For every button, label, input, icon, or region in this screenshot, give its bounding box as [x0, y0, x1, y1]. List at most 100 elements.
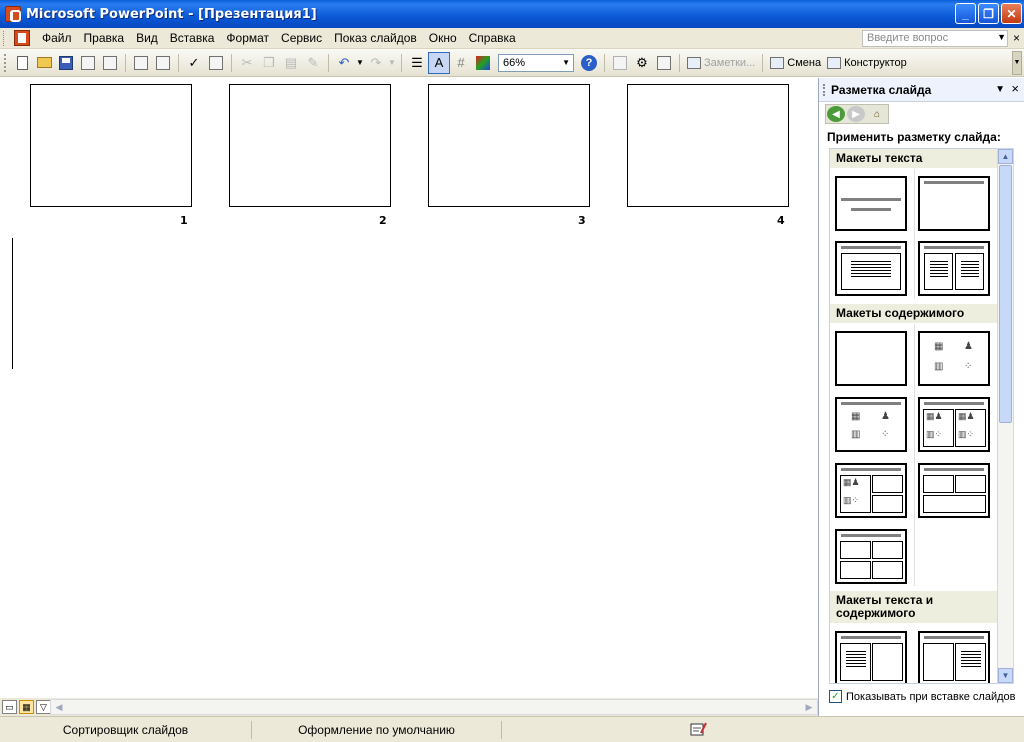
chart-icon: ▥: [851, 429, 861, 440]
slide-thumbnail[interactable]: [428, 84, 590, 207]
document-close-button[interactable]: ×: [1013, 31, 1020, 45]
back-icon[interactable]: ◀: [827, 106, 845, 122]
research-icon[interactable]: [205, 52, 227, 74]
show-on-insert-checkbox[interactable]: ✓: [829, 690, 842, 703]
category-text-layouts: Макеты текста: [830, 149, 998, 168]
toolbar-separator: [178, 53, 179, 72]
layout-text-and-content[interactable]: [835, 631, 907, 683]
layout-title-only[interactable]: [918, 176, 990, 231]
notes-icon: [687, 56, 701, 69]
show-formatting-icon[interactable]: A: [428, 51, 450, 74]
print-preview-icon[interactable]: [152, 52, 174, 74]
task-pane-grip[interactable]: [823, 84, 826, 96]
slideshow-view-icon[interactable]: ▽: [36, 700, 51, 714]
open-icon[interactable]: [33, 52, 55, 74]
undo-dropdown-icon[interactable]: ▼: [355, 52, 365, 74]
menu-bar: Файл Правка Вид Вставка Формат Сервис По…: [0, 28, 1024, 49]
slide-transition-button[interactable]: Смена: [767, 52, 824, 74]
table-icon: ▦♟: [843, 477, 860, 487]
paste-icon[interactable]: ▤: [280, 52, 302, 74]
slide-design-button[interactable]: Конструктор: [824, 52, 910, 74]
speaker-notes-button[interactable]: Заметки...: [684, 52, 758, 74]
menu-window[interactable]: Окно: [423, 29, 463, 48]
toolbar-options-chevron-icon[interactable]: ▼: [1012, 51, 1022, 75]
show-on-insert-option[interactable]: ✓ Показывать при вставке слайдов: [829, 690, 1016, 703]
slide-thumbnail[interactable]: [30, 84, 192, 207]
normal-view-icon[interactable]: ▭: [2, 700, 17, 714]
layout-title-two-columns[interactable]: [918, 241, 990, 296]
scroll-right-icon[interactable]: ▶: [801, 700, 817, 714]
scroll-down-icon[interactable]: ▼: [998, 668, 1013, 683]
spelling-status-icon[interactable]: [690, 721, 708, 737]
close-window-button[interactable]: ✕: [1001, 3, 1022, 24]
zoom-dropdown-icon[interactable]: ▼: [562, 55, 570, 71]
save-icon[interactable]: [55, 52, 77, 74]
undo-icon[interactable]: ↶: [333, 52, 355, 74]
layout-title-two-over-one[interactable]: [918, 463, 990, 518]
format-painter-icon[interactable]: ✎: [302, 52, 324, 74]
print-icon[interactable]: [130, 52, 152, 74]
layout-title-four-content[interactable]: [835, 529, 907, 584]
hide-slide-icon[interactable]: [609, 52, 631, 74]
minimize-button[interactable]: _: [955, 3, 976, 24]
ask-question-input[interactable]: Введите вопрос: [862, 30, 1008, 47]
menu-grip[interactable]: [3, 30, 6, 46]
toolbar-grip[interactable]: [4, 53, 7, 72]
layout-title-slide[interactable]: [835, 176, 907, 231]
status-design-name[interactable]: Оформление по умолчанию: [252, 721, 502, 739]
home-icon[interactable]: ⌂: [867, 106, 887, 122]
horizontal-scrollbar[interactable]: ◀ ▶: [50, 699, 818, 715]
title-bar: Microsoft PowerPoint - [Презентация1] _ …: [0, 0, 1024, 28]
grid-icon[interactable]: #: [450, 52, 472, 74]
help-icon[interactable]: ?: [578, 52, 600, 74]
expand-all-icon[interactable]: ☰: [406, 52, 428, 74]
spelling-icon[interactable]: ✓: [183, 52, 205, 74]
task-pane-close-icon[interactable]: ×: [1011, 81, 1019, 96]
slide-thumbnail[interactable]: [229, 84, 391, 207]
redo-icon[interactable]: ↷: [365, 52, 387, 74]
document-icon[interactable]: [14, 30, 30, 46]
layout-title-content-over-content[interactable]: ▦♟ ▥⁘: [835, 463, 907, 518]
summary-slide-icon[interactable]: [653, 52, 675, 74]
ask-dropdown-icon[interactable]: ▼: [997, 32, 1006, 42]
restore-button[interactable]: ❐: [978, 3, 999, 24]
layout-title-text[interactable]: [835, 241, 907, 296]
layout-content-and-text[interactable]: [918, 631, 990, 683]
redo-dropdown-icon[interactable]: ▼: [387, 52, 397, 74]
toolbar-separator: [762, 53, 764, 72]
task-pane-scrollbar[interactable]: ▲ ▼: [997, 148, 1014, 684]
menu-view[interactable]: Вид: [130, 29, 164, 48]
powerpoint-app-icon[interactable]: [5, 6, 21, 22]
task-pane: Разметка слайда ▼ × ◀ ▶ ⌂ Применить разм…: [818, 78, 1024, 716]
scroll-left-icon[interactable]: ◀: [51, 700, 67, 714]
menu-edit[interactable]: Правка: [78, 29, 131, 48]
new-icon[interactable]: [11, 52, 33, 74]
notes-label: Заметки...: [704, 56, 756, 69]
permission-icon[interactable]: [77, 52, 99, 74]
task-pane-title[interactable]: Разметка слайда: [831, 83, 931, 97]
layout-title-content[interactable]: ▦ ♟ ▥ ⁘: [835, 397, 907, 452]
slide-sorter-view-icon[interactable]: ▦: [19, 700, 34, 714]
apply-layout-label: Применить разметку слайда:: [827, 130, 1001, 144]
menu-help[interactable]: Справка: [463, 29, 522, 48]
forward-icon[interactable]: ▶: [847, 106, 865, 122]
layout-blank[interactable]: [835, 331, 907, 386]
layout-title-two-content[interactable]: ▦♟ ▦♟ ▥⁘ ▥⁘: [918, 397, 990, 452]
zoom-select[interactable]: 66% ▼: [498, 53, 574, 72]
cut-icon[interactable]: ✂: [236, 52, 258, 74]
color-grayscale-icon[interactable]: [472, 52, 494, 74]
menu-format[interactable]: Формат: [220, 29, 275, 48]
menu-slideshow[interactable]: Показ слайдов: [328, 29, 423, 48]
menu-tools[interactable]: Сервис: [275, 29, 328, 48]
layout-content[interactable]: ▦ ♟ ▥ ⁘: [918, 331, 990, 386]
scroll-thumb[interactable]: [999, 165, 1012, 423]
scroll-up-icon[interactable]: ▲: [998, 149, 1013, 164]
task-pane-menu-icon[interactable]: ▼: [995, 84, 1005, 95]
menu-file[interactable]: Файл: [36, 29, 78, 48]
rehearse-timings-icon[interactable]: ⚙: [631, 52, 653, 74]
copy-icon[interactable]: ❐: [258, 52, 280, 74]
menu-insert[interactable]: Вставка: [164, 29, 221, 48]
email-icon[interactable]: [99, 52, 121, 74]
slide-thumbnail[interactable]: [627, 84, 789, 207]
diagram-icon: ⁘: [881, 429, 890, 440]
